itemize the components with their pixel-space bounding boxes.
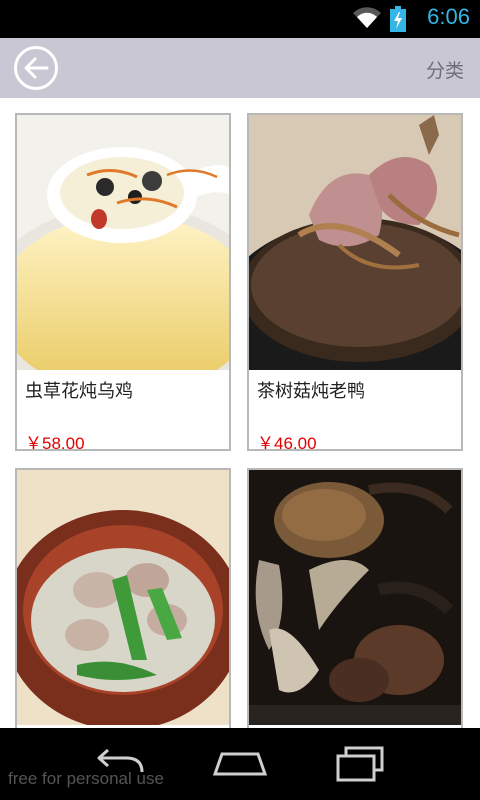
back-arrow-icon <box>24 57 49 79</box>
status-bar: 6:06 <box>0 0 480 38</box>
product-photo <box>249 115 461 370</box>
clock-time: 6:06 <box>427 4 470 29</box>
product-card[interactable] <box>15 468 231 728</box>
product-name: 虫草花炖乌鸡 <box>25 381 133 402</box>
back-button[interactable] <box>14 46 58 90</box>
navigation-bar <box>0 728 480 800</box>
product-card[interactable] <box>247 468 463 728</box>
product-price: ￥46.00 <box>257 434 317 453</box>
home-nav-icon[interactable] <box>210 746 270 782</box>
wifi-icon <box>353 7 381 29</box>
product-grid: 虫草花炖乌鸡 ￥58.00 茶树菇炖老鸭 ￥46.00 <box>0 98 480 728</box>
product-photo <box>249 470 461 725</box>
product-name: 茶树菇炖老鸭 <box>257 381 365 402</box>
product-photo <box>17 115 229 370</box>
product-card[interactable]: 茶树菇炖老鸭 ￥46.00 <box>247 113 463 453</box>
product-card[interactable]: 虫草花炖乌鸡 ￥58.00 <box>15 113 231 453</box>
battery-charging-icon <box>390 6 406 32</box>
watermark-text: free for personal use <box>8 769 164 788</box>
recents-nav-icon[interactable] <box>330 746 390 782</box>
category-button[interactable]: 分类 <box>426 56 464 83</box>
title-bar: 分类 <box>0 38 480 98</box>
product-photo <box>17 470 229 725</box>
product-price: ￥58.00 <box>25 434 85 453</box>
